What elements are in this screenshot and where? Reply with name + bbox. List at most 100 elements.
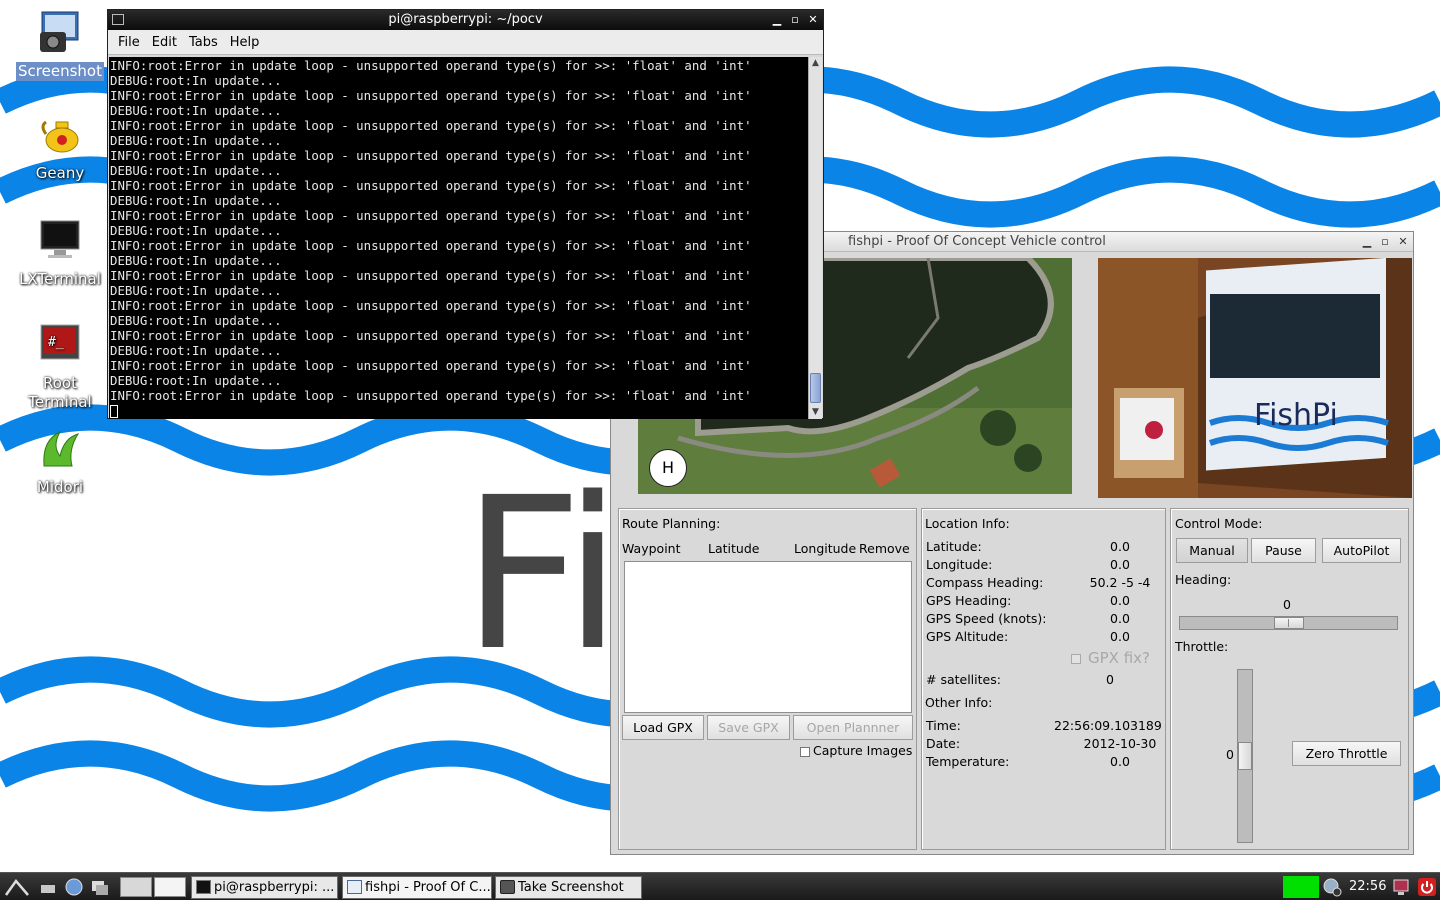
maximize-icon[interactable]: ▫ <box>1379 235 1391 248</box>
gps-speed-row: GPS Speed (knots): 0.0 <box>926 611 1162 629</box>
date-label: Date: <box>926 736 961 751</box>
desktop-icon-label: Geany <box>35 164 85 182</box>
terminal-output[interactable]: INFO:root:Error in update loop - unsuppo… <box>109 57 808 419</box>
browser-globe-icon[interactable] <box>64 877 84 897</box>
close-icon[interactable]: ✕ <box>1397 235 1409 248</box>
pause-mode-button[interactable]: Pause <box>1251 538 1316 563</box>
location-info-panel: Location Info: Latitude: 0.0 Longitude: 0.… <box>921 508 1166 850</box>
scroll-up-icon[interactable]: ▲ <box>809 57 822 70</box>
desktop-icon-screenshot[interactable]: Screenshot <box>12 10 108 81</box>
window-title: pi@raspberrypi: ~/pocv <box>388 12 543 27</box>
latitude-row: Latitude: 0.0 <box>926 539 1162 557</box>
throttle-slider[interactable] <box>1237 669 1253 843</box>
menu-edit[interactable]: Edit <box>146 35 183 50</box>
menu-file[interactable]: File <box>112 35 146 50</box>
throttle-slider-thumb[interactable] <box>1238 742 1252 770</box>
log-line: INFO:root:Error in update loop - unsuppo… <box>110 328 752 343</box>
temperature-value: 0.0 <box>1110 754 1130 769</box>
autopilot-mode-button[interactable]: AutoPilot <box>1322 538 1401 563</box>
control-mode-title: Control Mode: <box>1175 516 1263 531</box>
waypoint-list[interactable] <box>624 561 912 713</box>
home-marker[interactable]: H <box>649 449 687 487</box>
time-value: 22:56:09.103189 <box>1054 718 1162 733</box>
minimize-icon[interactable]: ▁ <box>771 13 783 26</box>
network-icon[interactable] <box>1322 877 1342 897</box>
heading-slider-thumb[interactable] <box>1274 617 1304 629</box>
capture-images-label: Capture Images <box>813 743 913 758</box>
column-remove: Remove <box>859 541 910 556</box>
zero-throttle-button[interactable]: Zero Throttle <box>1292 741 1401 766</box>
root-terminal-icon: #_ <box>40 324 80 360</box>
log-line: DEBUG:root:In update... <box>110 343 282 358</box>
task-label: pi@raspberrypi: ... <box>214 880 335 895</box>
longitude-value: 0.0 <box>1110 557 1130 572</box>
desktop-pager-1[interactable] <box>120 877 152 897</box>
log-line: DEBUG:root:In update... <box>110 253 282 268</box>
menu-launcher-icon[interactable] <box>4 877 30 897</box>
log-line: DEBUG:root:In update... <box>110 133 282 148</box>
window-title: fishpi - Proof Of Concept Vehicle contro… <box>848 234 1106 249</box>
save-gpx-button[interactable]: Save GPX <box>707 715 790 740</box>
compass-heading-value: 50.2 -5 -4 <box>1089 575 1151 590</box>
maximize-icon[interactable]: ▫ <box>789 13 801 26</box>
power-icon[interactable] <box>1417 877 1437 897</box>
gpx-fix-label: GPX fix? <box>1088 649 1150 667</box>
gps-altitude-label: GPS Altitude: <box>926 629 1009 644</box>
desktop-icon-root-terminal[interactable]: #_ Root Terminal <box>12 322 108 412</box>
task-terminal[interactable]: pi@raspberrypi: ... <box>191 876 338 899</box>
desktop-icon-geany[interactable]: Geany <box>12 112 108 183</box>
heading-slider[interactable] <box>1179 616 1398 630</box>
latitude-label: Latitude: <box>926 539 982 554</box>
scrollbar-thumb[interactable] <box>810 373 821 403</box>
minimize-icon[interactable]: ▁ <box>1361 235 1373 248</box>
heading-value: 0 <box>1283 597 1291 612</box>
gps-heading-value: 0.0 <box>1110 593 1130 608</box>
desktop-pager-2[interactable] <box>154 877 186 897</box>
desktop-icon-lxterminal[interactable]: LXTerminal <box>12 218 108 289</box>
terminal-icon <box>196 880 211 894</box>
gpx-fix-checkbox[interactable] <box>1071 654 1081 664</box>
task-label: fishpi - Proof Of C... <box>365 880 491 895</box>
gps-speed-label: GPS Speed (knots): <box>926 611 1047 626</box>
load-gpx-button[interactable]: Load GPX <box>622 715 704 740</box>
date-row: Date: 2012-10-30 <box>926 736 1162 754</box>
clock[interactable]: 22:56 <box>1349 879 1386 894</box>
lxterminal-icon <box>40 220 80 258</box>
terminal-scrollbar[interactable]: ▲ ▼ <box>808 57 822 419</box>
log-line: DEBUG:root:In update... <box>110 223 282 238</box>
task-take-screenshot[interactable]: Take Screenshot <box>495 876 642 899</box>
log-line: DEBUG:root:In update... <box>110 313 282 328</box>
scroll-down-icon[interactable]: ▼ <box>809 406 822 419</box>
file-manager-icon[interactable] <box>38 877 58 897</box>
manual-mode-button[interactable]: Manual <box>1176 538 1248 563</box>
task-fishpi[interactable]: fishpi - Proof Of C... <box>342 876 492 899</box>
desktop-icon-label: Screenshot <box>16 62 104 81</box>
compass-heading-label: Compass Heading: <box>926 575 1044 590</box>
camera-view: FishPi <box>1098 258 1412 498</box>
midori-icon <box>43 430 80 467</box>
geany-icon <box>41 120 79 153</box>
open-planner-button[interactable]: Open Plannner <box>793 715 913 740</box>
log-line: INFO:root:Error in update loop - unsuppo… <box>110 358 752 373</box>
gps-heading-label: GPS Heading: <box>926 593 1012 608</box>
menu-help[interactable]: Help <box>224 35 266 50</box>
task-label: Take Screenshot <box>518 880 624 895</box>
gps-speed-value: 0.0 <box>1110 611 1130 626</box>
terminal-titlebar[interactable]: pi@raspberrypi: ~/pocv ▁ ▫ ✕ <box>108 10 823 30</box>
log-line: INFO:root:Error in update loop - unsuppo… <box>110 298 752 313</box>
log-line: DEBUG:root:In update... <box>110 103 282 118</box>
throttle-value: 0 <box>1226 747 1234 762</box>
route-planning-title: Route Planning: <box>622 516 721 531</box>
window-switcher-icon[interactable] <box>90 877 110 897</box>
close-icon[interactable]: ✕ <box>807 13 819 26</box>
capture-images-checkbox[interactable] <box>800 747 810 757</box>
terminal-window: pi@raspberrypi: ~/pocv ▁ ▫ ✕ File Edit T… <box>107 9 824 419</box>
log-line: INFO:root:Error in update loop - unsuppo… <box>110 118 752 133</box>
menu-tabs[interactable]: Tabs <box>183 35 224 50</box>
desktop-icon-midori[interactable]: Midori <box>12 426 108 497</box>
log-line: INFO:root:Error in update loop - unsuppo… <box>110 148 752 163</box>
date-value: 2012-10-30 <box>1083 736 1157 751</box>
lock-screen-icon[interactable] <box>1391 877 1411 897</box>
log-line: INFO:root:Error in update loop - unsuppo… <box>110 88 752 103</box>
log-line: DEBUG:root:In update... <box>110 283 282 298</box>
